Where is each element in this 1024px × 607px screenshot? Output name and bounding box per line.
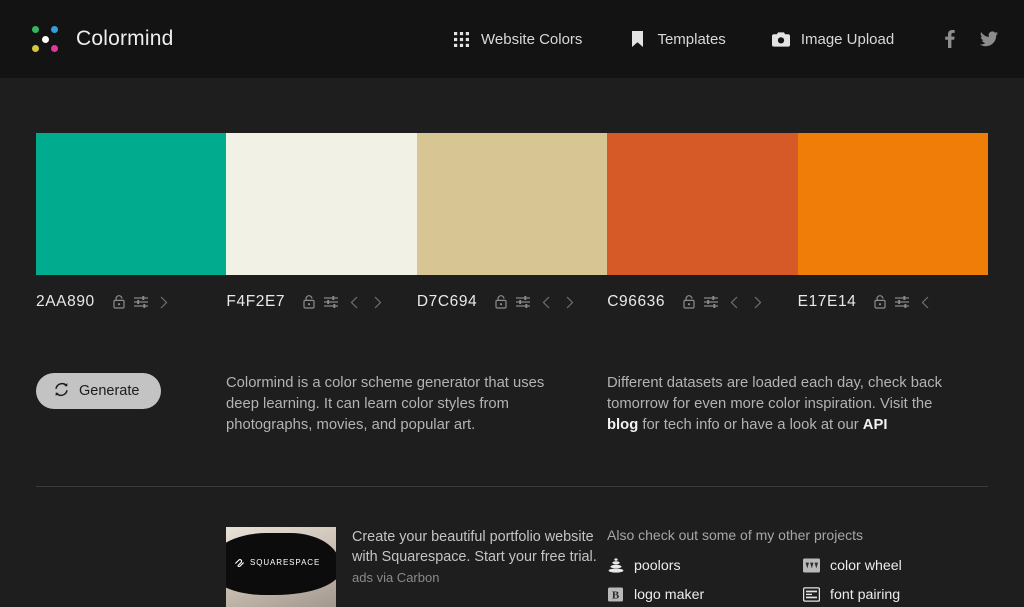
squarespace-brand: SQUARESPACE [250, 558, 321, 567]
chevron-right-icon[interactable] [746, 291, 770, 313]
swatch-meta-4: C96636 [607, 291, 797, 313]
layers-icon [607, 557, 624, 574]
color-swatch-5[interactable] [797, 133, 989, 275]
sliders-icon[interactable] [320, 291, 342, 313]
swatch-meta-5: E17E14 [798, 291, 988, 313]
api-link[interactable]: API [863, 417, 888, 433]
hex-label-1[interactable]: 2AA890 [36, 293, 95, 311]
bookmark-icon [628, 30, 646, 48]
project-link-color-wheel[interactable]: color wheel [803, 557, 988, 574]
blog-link[interactable]: blog [607, 417, 638, 433]
lock-icon[interactable] [678, 291, 700, 313]
projects-heading: Also check out some of my other projects [607, 527, 863, 543]
brand-logo[interactable]: Colormind [28, 22, 174, 56]
ad-image[interactable]: SQUARESPACE [226, 527, 336, 607]
color-wheel-icon [803, 557, 820, 574]
site-footer: SQUARESPACE Create your beautiful portfo… [36, 527, 988, 607]
ad-attribution[interactable]: ads via Carbon [352, 570, 439, 585]
brand-name: Colormind [76, 27, 174, 50]
project-label-logo-maker: logo maker [634, 586, 705, 603]
font-pairing-icon [803, 586, 820, 603]
lock-icon[interactable] [108, 291, 130, 313]
main-content: 2AA890 F4F2E7 D7C694 C96636 E17E14 Gener… [0, 133, 1024, 607]
social-links [940, 0, 998, 78]
nav-item-image-upload[interactable]: Image Upload [771, 30, 895, 48]
description-left: Colormind is a color scheme generator th… [226, 375, 545, 433]
lock-icon[interactable] [298, 291, 320, 313]
swatch-meta-3: D7C694 [417, 291, 607, 313]
ad-text[interactable]: Create your beautiful portfolio website … [352, 527, 607, 567]
chevron-left-icon[interactable] [342, 291, 366, 313]
nav-label-image-upload: Image Upload [800, 30, 895, 48]
description-right-part1: Different datasets are loaded each day, … [607, 375, 943, 412]
color-swatch-1[interactable] [36, 133, 227, 275]
projects-grid: poolors color wheel B logo maker font pa… [607, 557, 988, 603]
hex-label-2[interactable]: F4F2E7 [226, 293, 285, 311]
nav-item-templates[interactable]: Templates [628, 30, 726, 48]
sliders-icon[interactable] [512, 291, 534, 313]
project-label-font-pairing: font pairing [830, 586, 901, 603]
swatch-controls-row: 2AA890 F4F2E7 D7C694 C96636 E17E14 [36, 291, 988, 313]
twitter-icon[interactable] [980, 30, 998, 48]
main-nav: Website Colors Templates Image Upload [452, 0, 894, 78]
other-projects: Also check out some of my other projects… [607, 527, 988, 607]
project-label-color-wheel: color wheel [830, 557, 902, 574]
color-swatch-2[interactable] [226, 133, 417, 275]
chevron-left-icon[interactable] [913, 291, 937, 313]
info-row: Generate Colormind is a color scheme gen… [36, 373, 988, 436]
logo-maker-icon: B [607, 586, 624, 603]
chevron-right-icon[interactable] [366, 291, 390, 313]
chevron-right-icon[interactable] [558, 291, 582, 313]
hex-label-5[interactable]: E17E14 [798, 293, 857, 311]
lock-icon[interactable] [869, 291, 891, 313]
sliders-icon[interactable] [700, 291, 722, 313]
chevron-left-icon[interactable] [534, 291, 558, 313]
description-right-part2: for tech info or have a look at our [638, 417, 863, 433]
refresh-icon [54, 382, 69, 401]
carbon-ad[interactable]: SQUARESPACE Create your beautiful portfo… [226, 527, 607, 607]
nav-item-website-colors[interactable]: Website Colors [452, 30, 582, 48]
project-label-poolors: poolors [634, 557, 681, 574]
grid-icon [452, 30, 470, 48]
generate-column: Generate [36, 373, 226, 436]
lock-icon[interactable] [490, 291, 512, 313]
nav-label-templates: Templates [657, 30, 726, 48]
description-right: Different datasets are loaded each day, … [607, 373, 988, 436]
section-divider [36, 486, 988, 487]
hex-label-3[interactable]: D7C694 [417, 293, 477, 311]
chevron-right-icon[interactable] [152, 291, 176, 313]
nav-label-website-colors: Website Colors [481, 30, 583, 48]
color-swatch-3[interactable] [416, 133, 608, 275]
facebook-icon[interactable] [940, 30, 958, 48]
footer-spacer [36, 527, 226, 607]
project-link-logo-maker[interactable]: B logo maker [607, 586, 803, 603]
swatch-meta-2: F4F2E7 [226, 291, 416, 313]
svg-text:B: B [612, 589, 620, 601]
ad-copy: Create your beautiful portfolio website … [352, 527, 607, 607]
sliders-icon[interactable] [891, 291, 913, 313]
camera-icon [771, 30, 790, 48]
sliders-icon[interactable] [130, 291, 152, 313]
project-link-poolors[interactable]: poolors [607, 557, 803, 574]
color-swatch-4[interactable] [607, 133, 798, 275]
project-link-font-pairing[interactable]: font pairing [803, 586, 988, 603]
squarespace-mark-icon [234, 559, 245, 568]
colormind-dots-icon [28, 22, 62, 56]
squarespace-logo: SQUARESPACE [234, 557, 320, 568]
hex-label-4[interactable]: C96636 [607, 293, 665, 311]
generate-label: Generate [79, 383, 140, 399]
chevron-left-icon[interactable] [722, 291, 746, 313]
site-header: Colormind Website Colors Templates Image… [0, 0, 1024, 78]
swatch-meta-1: 2AA890 [36, 291, 226, 313]
color-palette [36, 133, 989, 275]
generate-button[interactable]: Generate [36, 373, 162, 409]
